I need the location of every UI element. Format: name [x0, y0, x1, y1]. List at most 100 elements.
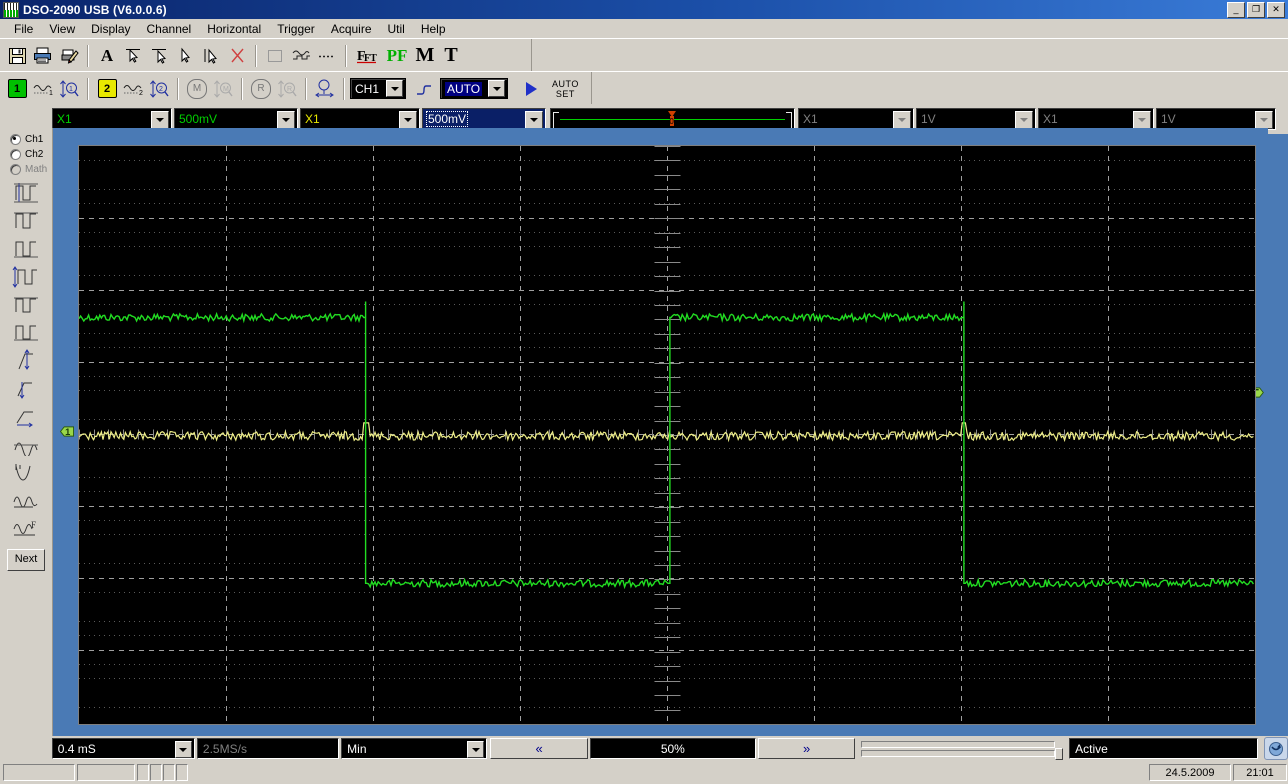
- meas-vtop-icon[interactable]: [9, 290, 43, 317]
- print-icon[interactable]: [30, 43, 56, 68]
- ch1-position-marker[interactable]: 1: [60, 425, 75, 438]
- chevron-down-icon[interactable]: [399, 111, 417, 129]
- clear-markers-icon[interactable]: [224, 43, 250, 68]
- meas-risetime-icon[interactable]: [9, 402, 43, 429]
- ch4-volts-value: 1V: [1161, 112, 1176, 126]
- menu-horizontal[interactable]: Horizontal: [199, 20, 269, 38]
- trigger-slope-icon[interactable]: [411, 76, 437, 101]
- ch2-waveform-icon[interactable]: 2: [120, 76, 146, 101]
- next-button[interactable]: Next: [7, 549, 45, 571]
- minimize-button[interactable]: _: [1227, 2, 1245, 18]
- window-controls: _ ❐ ✕: [1227, 2, 1285, 18]
- auto-set-button[interactable]: AUTO SET: [552, 79, 579, 99]
- sidebar-radio-ch1[interactable]: Ch1: [0, 132, 52, 147]
- menu-acquire[interactable]: Acquire: [323, 20, 380, 38]
- meas-frequency-icon[interactable]: F: [9, 514, 43, 541]
- cursor-arrow-icon[interactable]: [172, 43, 198, 68]
- radio-label-math: Math: [25, 164, 48, 175]
- svg-text:M: M: [223, 86, 229, 93]
- meas-vmin-icon[interactable]: [9, 234, 43, 261]
- memory-position-slider[interactable]: [861, 738, 1065, 760]
- radio-icon[interactable]: [10, 149, 21, 160]
- meas-vmax-icon[interactable]: [9, 206, 43, 233]
- chevron-down-icon[interactable]: [488, 80, 505, 97]
- channel-toolbar: 1 1 1 2 2 2 M M R R CH1 AUTO AUTO SET: [0, 71, 1288, 106]
- ch2-probe-combo[interactable]: X1: [300, 108, 420, 130]
- timebase-value: 0.4 mS: [57, 741, 96, 756]
- ref-channel-button[interactable]: R: [248, 76, 274, 101]
- horizontal-zoom-icon[interactable]: [312, 76, 338, 101]
- display-vectors-icon[interactable]: [262, 43, 288, 68]
- meas-vbase-icon[interactable]: [9, 318, 43, 345]
- ch1-waveform-icon[interactable]: 1: [30, 76, 56, 101]
- waveform-canvas[interactable]: [78, 145, 1256, 725]
- meas-vrms-icon[interactable]: [9, 458, 43, 485]
- cursor-bottom-icon[interactable]: [146, 43, 172, 68]
- ch1-volts-combo[interactable]: 500mV: [174, 108, 298, 130]
- chevron-down-icon[interactable]: [386, 80, 403, 97]
- menu-file[interactable]: File: [6, 20, 41, 38]
- ch2-volts-combo[interactable]: 500mV: [422, 108, 546, 130]
- meas-vavg-icon[interactable]: [9, 430, 43, 457]
- svg-text:2: 2: [139, 90, 143, 97]
- chevron-down-icon: [1255, 111, 1273, 129]
- menu-trigger[interactable]: Trigger: [269, 20, 323, 38]
- math-icon[interactable]: M: [412, 43, 438, 68]
- meas-vamp-icon[interactable]: [9, 262, 43, 289]
- math-zoom-icon[interactable]: M: [210, 76, 236, 101]
- menu-help[interactable]: Help: [413, 20, 454, 38]
- svg-text:1: 1: [49, 90, 53, 97]
- status-cell-5: [163, 764, 175, 781]
- trigger-mode-combo[interactable]: AUTO: [440, 78, 508, 99]
- math-channel-button[interactable]: M: [184, 76, 210, 101]
- pass-fail-icon[interactable]: PF: [382, 43, 412, 68]
- ch2-enable-button[interactable]: 2: [94, 76, 120, 101]
- meas-overshoot-icon[interactable]: [9, 346, 43, 373]
- cursor-track-icon[interactable]: [198, 43, 224, 68]
- title-bar: DSO-2090 USB (V6.0.0.6) _ ❐ ✕: [0, 0, 1288, 19]
- chevron-down-icon[interactable]: [277, 111, 295, 129]
- restore-button[interactable]: ❐: [1247, 2, 1265, 18]
- status-cell-6: [176, 764, 188, 781]
- radio-icon[interactable]: [10, 134, 21, 145]
- ch1-zoom-icon[interactable]: 1: [56, 76, 82, 101]
- chevron-down-icon[interactable]: [174, 741, 192, 758]
- display-dots-icon[interactable]: [314, 43, 340, 68]
- print-setup-icon[interactable]: [56, 43, 82, 68]
- text-icon[interactable]: T: [438, 43, 464, 68]
- svg-text:1: 1: [69, 86, 73, 93]
- save-icon[interactable]: [4, 43, 30, 68]
- status-cell-4: [150, 764, 162, 781]
- menu-util[interactable]: Util: [380, 20, 413, 38]
- trigger-source-combo[interactable]: CH1: [350, 78, 406, 99]
- chevron-down-icon[interactable]: [467, 741, 485, 758]
- horizontal-position-slider[interactable]: 0: [550, 108, 795, 130]
- run-button[interactable]: [514, 76, 548, 101]
- chevron-down-icon[interactable]: [151, 111, 169, 129]
- sidebar-radio-ch2[interactable]: Ch2: [0, 147, 52, 162]
- menu-channel[interactable]: Channel: [139, 20, 200, 38]
- position-percent-field: 50%: [589, 738, 756, 759]
- meas-vpp-icon[interactable]: [9, 178, 43, 205]
- menu-display[interactable]: Display: [83, 20, 138, 38]
- display-waveform-icon[interactable]: [288, 43, 314, 68]
- timebase-combo[interactable]: 0.4 mS: [51, 738, 195, 759]
- scroll-left-button[interactable]: «: [490, 738, 588, 759]
- menu-view[interactable]: View: [41, 20, 83, 38]
- ref-zoom-icon[interactable]: R: [274, 76, 300, 101]
- meas-preshoot-icon[interactable]: [9, 374, 43, 401]
- cursor-top-icon[interactable]: [120, 43, 146, 68]
- ch1-probe-combo[interactable]: X1: [52, 108, 172, 130]
- chevron-down-icon[interactable]: [525, 111, 543, 129]
- ch1-enable-button[interactable]: 1: [4, 76, 30, 101]
- meas-period-icon[interactable]: [9, 486, 43, 513]
- fft-icon[interactable]: F FT: [352, 43, 382, 68]
- acquire-mode-combo[interactable]: Min: [341, 738, 488, 759]
- ref-badge: R: [251, 78, 271, 99]
- close-button[interactable]: ✕: [1267, 2, 1285, 18]
- scroll-right-button[interactable]: »: [757, 738, 856, 759]
- text-tool-icon[interactable]: A: [94, 43, 120, 68]
- ch2-zoom-icon[interactable]: 2: [146, 76, 172, 101]
- download-icon[interactable]: [1264, 737, 1288, 760]
- status-cell-3: [137, 764, 149, 781]
